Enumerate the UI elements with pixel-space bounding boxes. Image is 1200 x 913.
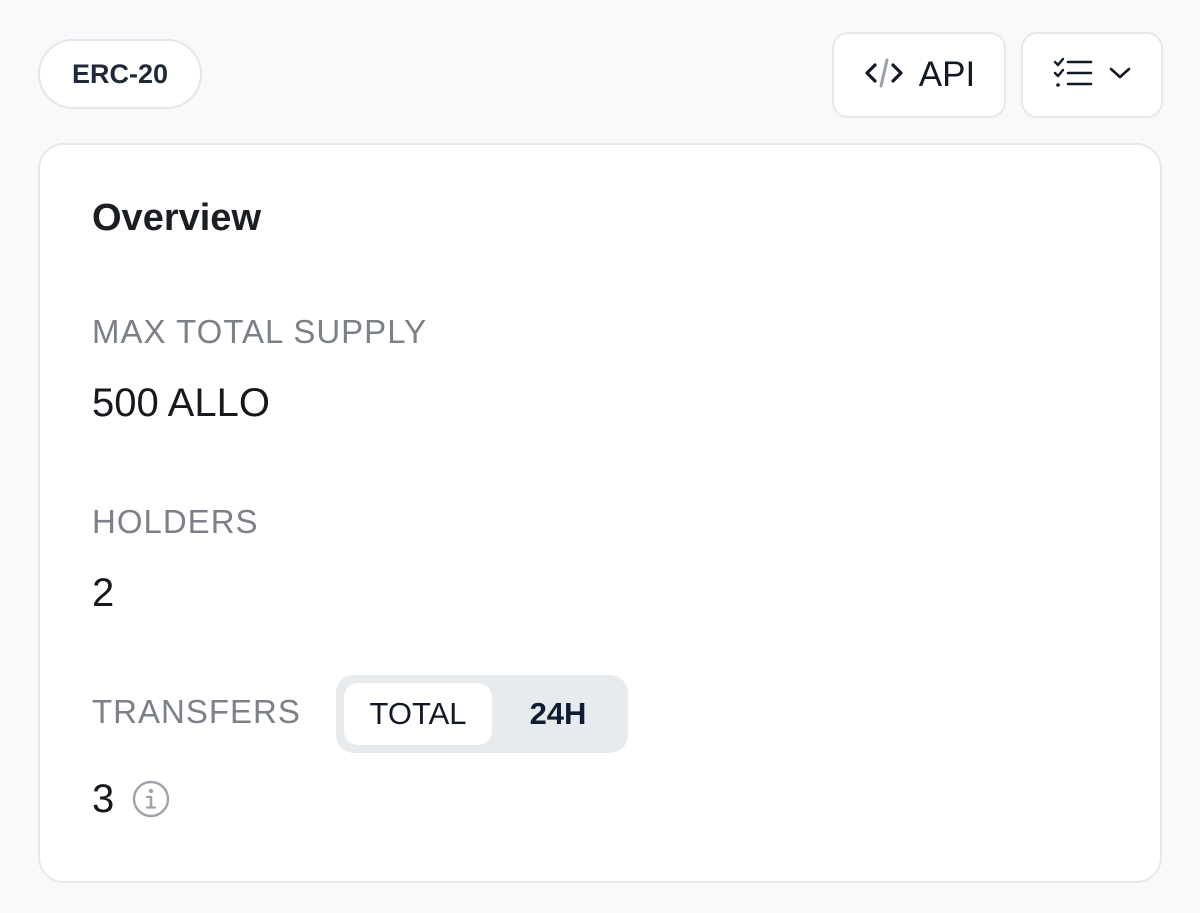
holders-value: 2 [92,571,115,615]
chevron-down-icon [1109,66,1131,85]
toggle-option-24h[interactable]: 24H [496,683,620,745]
overview-title: Overview [92,197,261,239]
max-total-supply-value: 500 ALLO [92,381,270,425]
transfers-period-toggle: TOTAL 24H [336,675,628,753]
top-bar: ERC-20 API [38,32,1163,118]
overview-card: Overview MAX TOTAL SUPPLY 500 ALLO HOLDE… [38,143,1162,883]
checklist-icon [1053,56,1093,95]
transfers-value: 3 [92,777,115,821]
holders-label: HOLDERS [92,503,259,540]
columns-menu-button[interactable] [1021,32,1163,118]
api-button[interactable]: API [832,32,1006,118]
toggle-option-total[interactable]: TOTAL [344,683,492,745]
info-icon[interactable] [131,779,171,819]
code-icon [863,56,905,95]
max-total-supply-label: MAX TOTAL SUPPLY [92,313,428,350]
transfers-label: TRANSFERS [92,693,301,730]
api-button-label: API [918,55,976,94]
token-standard-badge: ERC-20 [38,39,202,109]
